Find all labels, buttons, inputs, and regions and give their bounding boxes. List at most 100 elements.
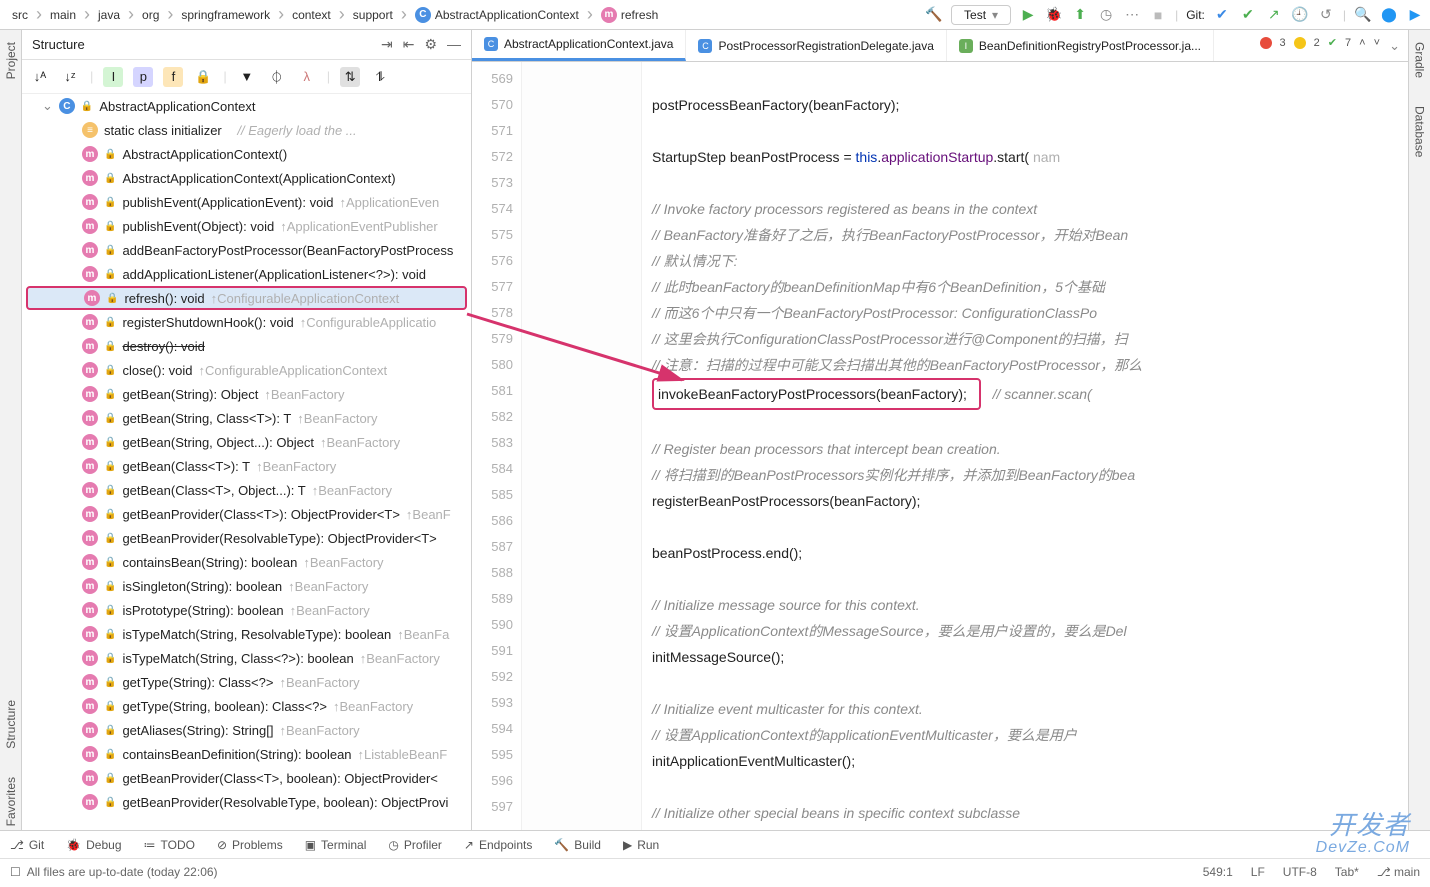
coverage-icon[interactable]: ⬆ (1071, 6, 1089, 24)
breadcrumb-springframework[interactable]: springframework (175, 6, 276, 24)
tree-initializer[interactable]: ≡ static class initializer // Eagerly lo… (22, 118, 471, 142)
show-anonymous-icon[interactable]: ▼ (237, 67, 257, 87)
ide-more-icon[interactable]: ▶ (1406, 6, 1424, 24)
inspections-widget[interactable]: 3 2 ✔7 ˄ ˅ (1260, 36, 1380, 49)
tree-method[interactable]: m🔒close(): void ↑ConfigurableApplication… (22, 358, 471, 382)
run-icon[interactable]: ▶ (1019, 6, 1037, 24)
show-inherited-icon[interactable]: 🔒 (193, 67, 213, 87)
project-tab[interactable]: Project (4, 38, 18, 83)
endpoints-tool[interactable]: ↗ Endpoints (464, 838, 532, 852)
attach-icon[interactable]: ⋯ (1123, 6, 1141, 24)
tree-method[interactable]: m🔒publishEvent(Object): void ↑Applicatio… (22, 214, 471, 238)
show-interfaces-icon[interactable]: I (103, 67, 123, 87)
tree-method[interactable]: m🔒refresh(): void ↑ConfigurableApplicati… (26, 286, 467, 310)
tree-method[interactable]: m🔒getBean(Class<T>): T ↑BeanFactory (22, 454, 471, 478)
show-fields-icon[interactable]: f (163, 67, 183, 87)
breadcrumb-class[interactable]: CAbstractApplicationContext (409, 5, 585, 25)
tree-method[interactable]: m🔒AbstractApplicationContext(Application… (22, 166, 471, 190)
tree-method[interactable]: m🔒publishEvent(ApplicationEvent): void ↑… (22, 190, 471, 214)
breadcrumb-main[interactable]: main (44, 6, 82, 24)
debug-tool[interactable]: 🐞 Debug (66, 838, 121, 852)
build-tool[interactable]: 🔨 Build (554, 838, 601, 852)
tree-method[interactable]: m🔒getBean(String, Class<T>): T ↑BeanFact… (22, 406, 471, 430)
gradle-tab[interactable]: Gradle (1413, 38, 1427, 82)
breadcrumb-support[interactable]: support (347, 6, 399, 24)
git-update-icon[interactable]: ✔ (1213, 6, 1231, 24)
tree-method[interactable]: m🔒getBeanProvider(Class<T>, boolean): Ob… (22, 766, 471, 790)
hide-icon[interactable]: — (447, 36, 461, 53)
tab-abstract-application-context[interactable]: CAbstractApplicationContext.java (472, 30, 686, 61)
tree-method[interactable]: m🔒getBeanProvider(ResolvableType): Objec… (22, 526, 471, 550)
run-configuration[interactable]: Test ▾ (951, 5, 1011, 25)
tree-method[interactable]: m🔒destroy(): void (22, 334, 471, 358)
status-encoding[interactable]: UTF-8 (1283, 865, 1317, 879)
git-revert-icon[interactable]: ↺ (1317, 6, 1335, 24)
debug-icon[interactable]: 🐞 (1045, 6, 1063, 24)
build-icon[interactable]: 🔨 (925, 6, 943, 24)
tab-bean-definition-registry[interactable]: IBeanDefinitionRegistryPostProcessor.ja.… (947, 30, 1214, 61)
sort-alpha-icon[interactable]: ↓ᴬ (30, 67, 50, 87)
code-editor[interactable]: postProcessBeanFactory(beanFactory); Sta… (642, 62, 1408, 830)
tree-method[interactable]: m🔒AbstractApplicationContext() (22, 142, 471, 166)
favorites-tab[interactable]: Favorites (4, 773, 18, 830)
search-icon[interactable]: 🔍 (1354, 6, 1372, 24)
git-history-icon[interactable]: 🕘 (1291, 6, 1309, 24)
tree-method[interactable]: m🔒getBeanProvider(Class<T>): ObjectProvi… (22, 502, 471, 526)
tree-method[interactable]: m🔒addApplicationListener(ApplicationList… (22, 262, 471, 286)
tree-method[interactable]: m🔒containsBean(String): boolean ↑BeanFac… (22, 550, 471, 574)
tree-method[interactable]: m🔒getBean(String, Object...): Object ↑Be… (22, 430, 471, 454)
git-tool[interactable]: ⎇ Git (10, 838, 44, 852)
tree-root[interactable]: ⌄C🔒AbstractApplicationContext (22, 94, 471, 118)
tree-method[interactable]: m🔒getBean(String): Object ↑BeanFactory (22, 382, 471, 406)
breadcrumb-method[interactable]: mrefresh (595, 5, 664, 25)
expand-icon[interactable]: ⇥ (381, 36, 393, 53)
problems-tool[interactable]: ⊘ Problems (217, 838, 283, 852)
breadcrumb-org[interactable]: org (136, 6, 165, 24)
git-push-icon[interactable]: ↗ (1265, 6, 1283, 24)
tabs-dropdown-icon[interactable]: ⌄ (1389, 38, 1400, 54)
gear-icon[interactable]: ⚙ (424, 36, 437, 53)
sort-visibility-icon[interactable]: ↓ᶻ (60, 67, 80, 87)
panel-title: Structure (32, 37, 381, 52)
breadcrumb-context[interactable]: context (286, 6, 337, 24)
line-number-gutter[interactable]: 5695705715725735745755765775785795805815… (472, 62, 522, 830)
breadcrumb-java[interactable]: java (92, 6, 126, 24)
tree-method[interactable]: m🔒getBeanProvider(ResolvableType, boolea… (22, 790, 471, 814)
status-branch[interactable]: ⎇ main (1377, 865, 1420, 879)
status-indent[interactable]: Tab* (1335, 865, 1359, 879)
tree-method[interactable]: m🔒getType(String, boolean): Class<?> ↑Be… (22, 694, 471, 718)
autoscroll-from-source-icon[interactable]: ⥮ (370, 67, 390, 87)
collapse-icon[interactable]: ⇤ (403, 36, 415, 53)
profile-icon[interactable]: ◷ (1097, 6, 1115, 24)
ide-update-icon[interactable]: ⬤ (1380, 6, 1398, 24)
run-tool[interactable]: ▶ Run (623, 838, 659, 852)
tree-method[interactable]: m🔒getType(String): Class<?> ↑BeanFactory (22, 670, 471, 694)
todo-tool[interactable]: ≔ TODO (144, 838, 195, 852)
show-properties-icon[interactable]: p (133, 67, 153, 87)
structure-tree[interactable]: ⌄C🔒AbstractApplicationContext ≡ static c… (22, 94, 471, 830)
stop-icon[interactable]: ■ (1149, 6, 1167, 24)
database-tab[interactable]: Database (1413, 102, 1427, 161)
structure-tab[interactable]: Structure (4, 696, 18, 753)
tree-method[interactable]: m🔒addBeanFactoryPostProcessor(BeanFactor… (22, 238, 471, 262)
autoscroll-source-icon[interactable]: ⇅ (340, 67, 360, 87)
tree-method[interactable]: m🔒containsBeanDefinition(String): boolea… (22, 742, 471, 766)
tree-method[interactable]: m🔒isTypeMatch(String, ResolvableType): b… (22, 622, 471, 646)
down-icon[interactable]: ˅ (1374, 37, 1380, 49)
tree-method[interactable]: m🔒isPrototype(String): boolean ↑BeanFact… (22, 598, 471, 622)
tree-method[interactable]: m🔒getAliases(String): String[] ↑BeanFact… (22, 718, 471, 742)
tree-method[interactable]: m🔒getBean(Class<T>, Object...): T ↑BeanF… (22, 478, 471, 502)
terminal-tool[interactable]: ▣ Terminal (305, 838, 367, 852)
show-lambda2-icon[interactable]: λ (297, 67, 317, 87)
git-commit-icon[interactable]: ✔ (1239, 6, 1257, 24)
status-line-sep[interactable]: LF (1251, 865, 1265, 879)
breadcrumb-src[interactable]: src (6, 6, 34, 24)
tree-method[interactable]: m🔒registerShutdownHook(): void ↑Configur… (22, 310, 471, 334)
tree-method[interactable]: m🔒isSingleton(String): boolean ↑BeanFact… (22, 574, 471, 598)
up-icon[interactable]: ˄ (1359, 37, 1365, 49)
status-position[interactable]: 549:1 (1203, 865, 1233, 879)
show-lambda-icon[interactable]: ⏀ (267, 67, 287, 87)
profiler-tool[interactable]: ◷ Profiler (388, 838, 442, 852)
tree-method[interactable]: m🔒isTypeMatch(String, Class<?>): boolean… (22, 646, 471, 670)
tab-post-processor-delegate[interactable]: CPostProcessorRegistrationDelegate.java (686, 30, 946, 61)
